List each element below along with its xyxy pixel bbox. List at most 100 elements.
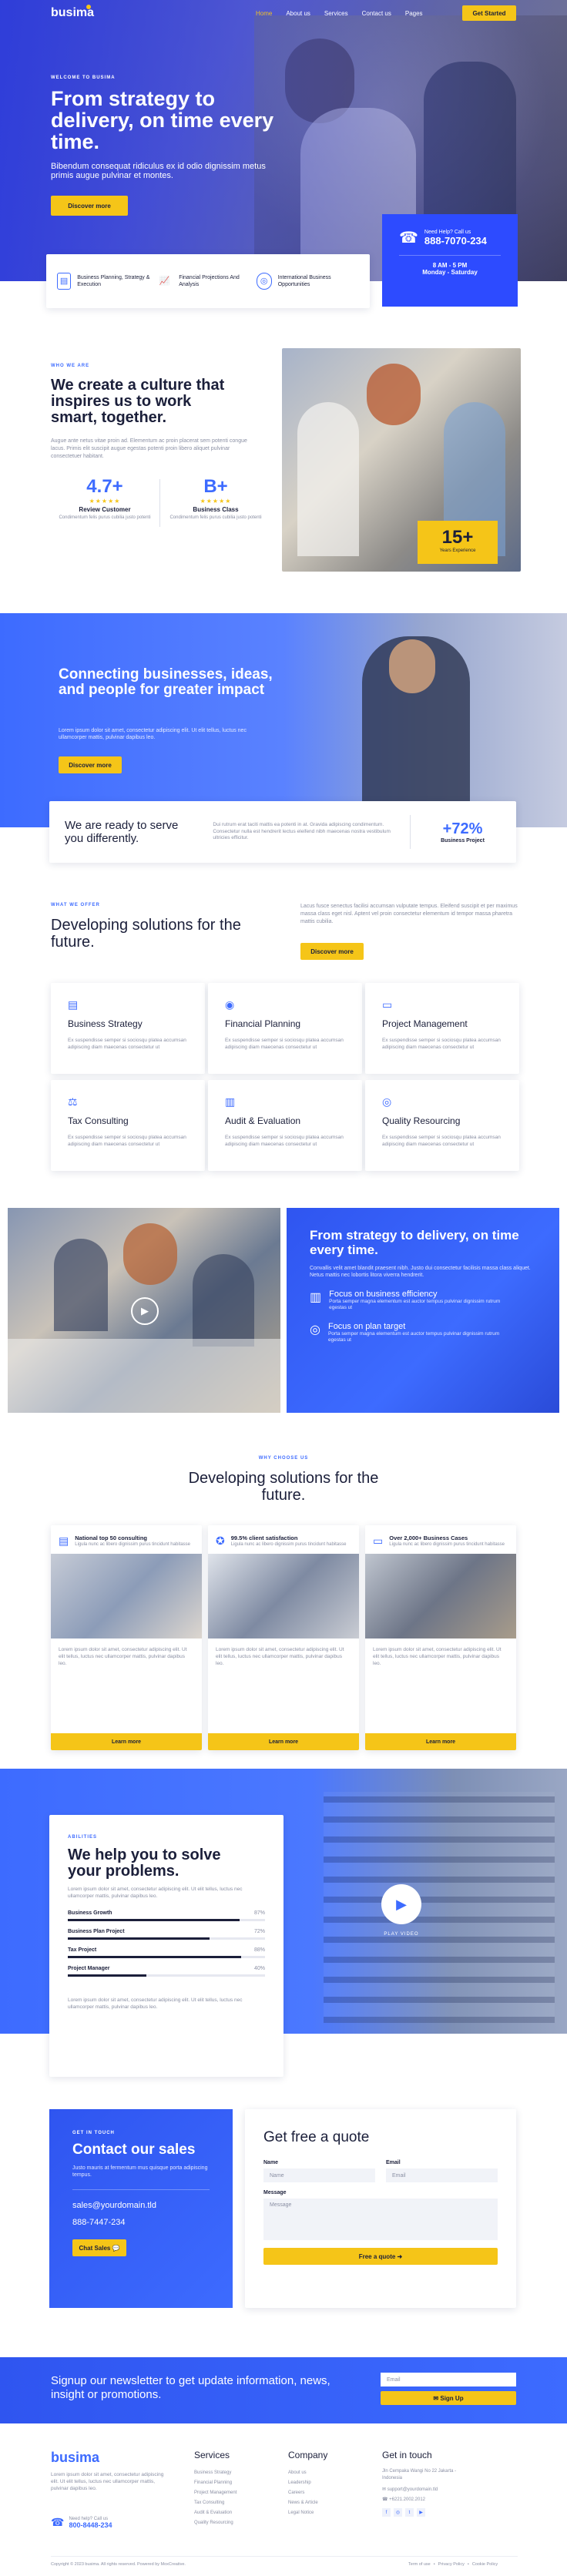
abilities-title: We help you to solve your problems. [68, 1846, 221, 1880]
strip-title: We are ready to serve you differently. [65, 819, 179, 845]
logo-dot [86, 5, 91, 9]
play-video-button[interactable]: ▶ [381, 1884, 421, 1924]
chart-icon: ▥ [310, 1291, 322, 1304]
service-card-financial[interactable]: ◉ Financial Planning Ex suspendisse semper… [208, 983, 362, 1074]
phone-icon: ☎ [399, 230, 418, 247]
footer-link[interactable]: News & Article [288, 2498, 327, 2508]
banner-title: Connecting businesses, ideas, and people… [59, 666, 273, 698]
footer-link[interactable]: Leadership [288, 2478, 327, 2488]
cookie-link[interactable]: Cookie Policy [472, 2561, 498, 2568]
culture-desc: Augue ante netus vitae proin ad. Element… [51, 438, 247, 459]
twitter-icon[interactable]: t [405, 2508, 414, 2517]
chart-icon: 📈 [159, 276, 170, 286]
stars-icon: ★★★★★ [200, 498, 232, 505]
learn-more-button[interactable]: Learn more [365, 1733, 516, 1750]
name-field[interactable]: Name [263, 2168, 375, 2182]
feature-item: ◎ International Business Opportunities [256, 273, 356, 290]
abilities-card: ABILITIES We help you to solve your prob… [49, 1815, 284, 2077]
footer-link[interactable]: About us [288, 2468, 327, 2478]
document-icon: ▤ [68, 998, 79, 1011]
headset-icon: ☎ [51, 2516, 65, 2528]
learn-more-button[interactable]: Learn more [208, 1733, 359, 1750]
newsletter-title: Signup our newsletter to get update info… [51, 2374, 330, 2401]
stat-divider [159, 479, 160, 527]
footer-link[interactable]: Financial Planning [194, 2478, 237, 2488]
help-box: ☎ Need Help? Call us 888-7070-234 8 AM -… [382, 214, 518, 307]
document-icon: ▤ [57, 273, 72, 290]
help-phone[interactable]: 888-7070-234 [424, 235, 487, 247]
office-desc: Convallis velit amet blandit praesent ni… [310, 1266, 531, 1278]
footer-tel[interactable]: ☎ +6221.2002.2012 [382, 2495, 518, 2505]
services-discover-button[interactable]: Discover more [300, 943, 364, 960]
service-card-project[interactable]: ▭ Project Management Ex suspendisse semper… [365, 983, 519, 1074]
signup-button[interactable]: ✉ Sign Up [381, 2391, 516, 2405]
nav-contact[interactable]: Contact us [362, 10, 391, 17]
footer-services: Services Business Strategy Financial Pla… [194, 2450, 237, 2528]
coins-icon: ◉ [225, 998, 235, 1011]
office-panel: From strategy to delivery, on time every… [287, 1208, 559, 1413]
footer-logo[interactable]: busima [51, 2450, 99, 2466]
facebook-icon[interactable]: f [382, 2508, 391, 2517]
footer-link[interactable]: Quality Resourcing [194, 2518, 237, 2528]
nav-home[interactable]: Home [256, 10, 272, 17]
strip-stat: +72% Business Project [441, 820, 485, 844]
monitor-icon: ▭ [373, 1535, 384, 1547]
play-icon[interactable]: ▶ [131, 1297, 159, 1325]
hero-title: From strategy to delivery, on time every… [51, 87, 274, 153]
target-icon: ◎ [310, 1323, 320, 1337]
service-card-strategy[interactable]: ▤ Business Strategy Ex suspendisse semper … [51, 983, 205, 1074]
services-desc: Lacus fusce senectus facilisi accumsan v… [300, 904, 518, 924]
banner-discover-button[interactable]: Discover more [59, 756, 122, 773]
newsletter-email-input[interactable]: Email [381, 2373, 516, 2386]
footer-link[interactable]: Business Strategy [194, 2468, 237, 2478]
instagram-icon[interactable]: ◎ [394, 2508, 402, 2517]
progress-bar: Business Plan Project 72% [68, 1929, 265, 1940]
feature-item: 📈 Financial Projections And Analysis [156, 273, 256, 290]
footer-link[interactable]: Audit & Evaluation [194, 2508, 237, 2518]
hero-kicker: WELCOME TO BUSIMA [51, 75, 116, 80]
card-photo [365, 1554, 516, 1639]
terms-link[interactable]: Term of use [408, 2561, 431, 2568]
culture-title: We create a culture that inspires us to … [51, 377, 225, 426]
card-photo [208, 1554, 359, 1639]
service-card-audit[interactable]: ▥ Audit & Evaluation Ex suspendisse semper… [208, 1080, 362, 1171]
email-field[interactable]: Email [386, 2168, 498, 2182]
help-days: Monday - Saturday [422, 269, 478, 276]
globe-icon: ◎ [382, 1095, 392, 1108]
card-photo [51, 1554, 202, 1639]
stat-review: 4.7+ ★★★★★ Review Customer Condimentum f… [51, 476, 159, 521]
contact-email[interactable]: sales@yourdomain.tld [72, 2201, 210, 2210]
experience-badge: 15+ Years Experience [418, 521, 498, 564]
free-quote-button[interactable]: Free a quote ➜ [263, 2248, 498, 2265]
contact-title: Contact our sales [72, 2142, 196, 2158]
hero-discover-button[interactable]: Discover more [51, 196, 128, 216]
footer-touch: Get in touch Jln Cempaka Wangi No 22 Jak… [382, 2450, 518, 2517]
nav-about[interactable]: About us [286, 10, 310, 17]
footer-email[interactable]: ✉ support@yourdomain.tld [382, 2485, 518, 2495]
service-card-tax[interactable]: ⚖ Tax Consulting Ex suspendisse semper si … [51, 1080, 205, 1171]
why-kicker: WHY CHOOSE US [258, 1456, 309, 1461]
stat-class: B+ ★★★★★ Business Class Condimentum feli… [162, 476, 270, 521]
learn-more-button[interactable]: Learn more [51, 1733, 202, 1750]
nav-pages[interactable]: Pages [405, 10, 423, 17]
banner-section [0, 613, 567, 827]
banner-desc: Lorem ipsum dolor sit amet, consectetur … [59, 728, 247, 740]
contact-phone[interactable]: 888-7447-234 [72, 2218, 210, 2227]
why-card: ▤ National top 50 consulting Ligula nunc a… [51, 1525, 202, 1750]
services-kicker: WHAT WE OFFER [51, 903, 100, 907]
culture-kicker: WHO WE ARE [51, 364, 90, 368]
chat-sales-button[interactable]: Chat Sales 💬 [72, 2239, 126, 2256]
nav-services[interactable]: Services [324, 10, 348, 17]
why-card: ✪ 99.5% client satisfaction Ligula nunc ac… [208, 1525, 359, 1750]
youtube-icon[interactable]: ▶ [417, 2508, 425, 2517]
footer-link[interactable]: Project Management [194, 2488, 237, 2498]
message-field[interactable]: Message [263, 2199, 498, 2240]
footer-link[interactable]: Careers [288, 2488, 327, 2498]
footer-link[interactable]: Legal Notice [288, 2508, 327, 2518]
privacy-link[interactable]: Privacy Policy [438, 2561, 465, 2568]
get-started-button[interactable]: Get Started [462, 5, 516, 21]
main-nav: Home About us Services Contact us Pages [256, 10, 437, 17]
footer-link[interactable]: Tax Consulting [194, 2498, 237, 2508]
why-card: ▭ Over 2,000+ Business Cases Ligula nunc a… [365, 1525, 516, 1750]
service-card-quality[interactable]: ◎ Quality Resourcing Ex suspendisse semper… [365, 1080, 519, 1171]
